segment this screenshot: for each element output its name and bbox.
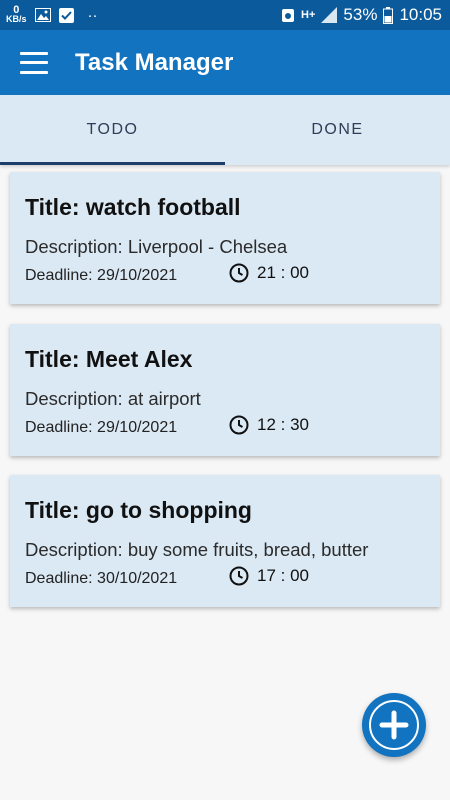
task-card[interactable]: Title: watch football Description: Liver… — [10, 172, 440, 304]
task-card[interactable]: Title: go to shopping Description: buy s… — [10, 475, 440, 607]
clock-icon — [229, 566, 249, 586]
task-time-value: 17 : 00 — [257, 566, 309, 585]
fab-ring — [369, 700, 419, 750]
task-time: 17 : 00 — [229, 566, 309, 586]
task-title: Title: Meet Alex — [25, 346, 193, 372]
task-deadline: Deadline: 30/10/2021 — [25, 570, 178, 587]
add-task-button[interactable] — [362, 693, 426, 757]
more-notifications-dots: ·· — [87, 6, 98, 24]
task-description: Description: at airport — [25, 388, 201, 409]
task-deadline: Deadline: 29/10/2021 — [25, 419, 178, 436]
menu-line — [20, 61, 48, 64]
menu-line — [20, 51, 48, 55]
app-bar: Task Manager — [0, 30, 450, 95]
task-description: Description: Liverpool - Chelsea — [25, 236, 288, 257]
signal-icon — [321, 7, 338, 23]
task-time-value: 21 : 00 — [257, 263, 309, 282]
task-title: Title: go to shopping — [25, 497, 252, 523]
app-title: Task Manager — [75, 48, 234, 76]
checkbox-notification-icon — [58, 7, 74, 23]
clock-icon — [229, 415, 249, 435]
hamburger-menu-icon[interactable] — [20, 51, 48, 74]
task-time: 12 : 30 — [229, 415, 309, 435]
plus-icon — [379, 710, 409, 740]
network-speed: 0 KB/s — [6, 5, 27, 24]
network-type: H+ — [301, 9, 316, 21]
network-speed-unit: KB/s — [6, 14, 27, 24]
task-card[interactable]: Title: Meet Alex Description: at airport… — [10, 324, 440, 456]
tab-todo[interactable]: TODO — [0, 95, 225, 165]
image-notification-icon — [34, 8, 51, 22]
tab-done[interactable]: DONE — [225, 95, 450, 165]
clock-icon — [229, 263, 249, 283]
task-description: Description: buy some fruits, bread, but… — [25, 539, 369, 560]
status-left: 0 KB/s ·· — [6, 5, 98, 24]
status-right: H+ 53% 10:05 — [281, 5, 442, 25]
alarm-icon — [282, 9, 295, 22]
clock-time: 10:05 — [399, 5, 442, 24]
task-title: Title: watch football — [25, 194, 241, 220]
task-time: 21 : 00 — [229, 263, 309, 283]
battery-icon — [383, 6, 394, 24]
battery-percent: 53% — [343, 5, 378, 24]
task-time-value: 12 : 30 — [257, 415, 309, 434]
menu-line — [20, 70, 48, 74]
task-deadline: Deadline: 29/10/2021 — [25, 267, 178, 284]
status-bar: 0 KB/s ·· H+ 53% 10:05 — [0, 0, 450, 30]
tab-bar: TODO DONE — [0, 95, 450, 165]
